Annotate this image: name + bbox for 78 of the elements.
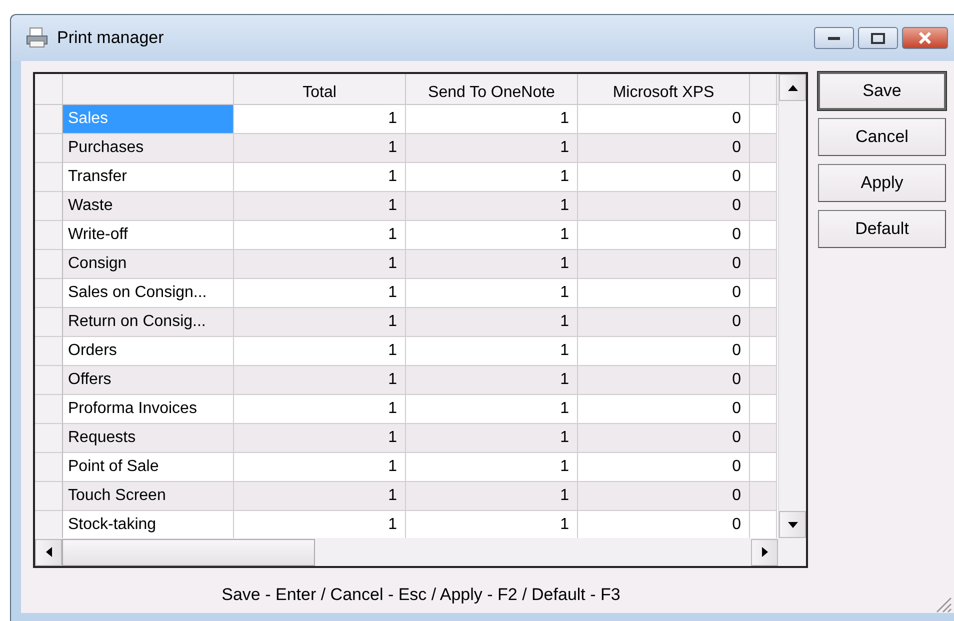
row-header[interactable] (35, 453, 63, 482)
row-header[interactable] (35, 134, 63, 163)
table-cell[interactable]: 0 (578, 424, 750, 453)
table-cell[interactable]: 1 (234, 482, 406, 511)
table-cell[interactable]: Return on Consig... (63, 308, 234, 337)
table-cell[interactable] (750, 192, 777, 221)
table-cell[interactable]: Touch Screen (63, 482, 234, 511)
scroll-up-icon (788, 84, 798, 90)
scroll-up-button[interactable] (779, 74, 806, 101)
table-cell[interactable]: 0 (578, 134, 750, 163)
row-header[interactable] (35, 250, 63, 279)
table-cell[interactable]: 1 (406, 424, 578, 453)
row-header[interactable] (35, 163, 63, 192)
table-cell[interactable]: 1 (406, 366, 578, 395)
minimize-button[interactable] (814, 27, 854, 49)
vertical-scrollbar[interactable] (778, 74, 806, 538)
scroll-down-icon (788, 522, 798, 528)
row-header[interactable] (35, 105, 63, 134)
row-header[interactable] (35, 308, 63, 337)
column-header[interactable]: Send To OneNote (406, 74, 578, 104)
minimize-icon (828, 35, 840, 41)
window-title: Print manager (57, 28, 164, 48)
row-header[interactable] (35, 424, 63, 453)
action-button[interactable]: Save (818, 72, 946, 110)
column-header[interactable]: Microsoft XPS (578, 74, 750, 104)
scrollbar-corner (778, 538, 806, 566)
scrollbar-thumb[interactable] (62, 538, 315, 566)
table-cell[interactable]: 1 (406, 308, 578, 337)
close-button[interactable] (902, 27, 948, 49)
row-header[interactable] (35, 395, 63, 424)
table-cell[interactable]: 1 (234, 250, 406, 279)
table-cell[interactable] (750, 134, 777, 163)
scroll-down-button[interactable] (779, 511, 806, 538)
table-cell[interactable]: Consign (63, 250, 234, 279)
table-cell[interactable]: Requests (63, 424, 234, 453)
row-header[interactable] (35, 221, 63, 250)
table-cell[interactable]: Offers (63, 366, 234, 395)
close-icon (918, 32, 932, 44)
maximize-button[interactable] (858, 27, 898, 49)
row-header[interactable] (35, 279, 63, 308)
scroll-right-icon (762, 547, 768, 557)
table-cell[interactable]: 1 (406, 134, 578, 163)
row-header[interactable] (35, 482, 63, 511)
scroll-left-icon (46, 547, 52, 557)
scroll-left-button[interactable] (35, 538, 62, 566)
row-header[interactable] (35, 366, 63, 395)
table-cell[interactable]: 1 (234, 424, 406, 453)
table-cell[interactable]: 0 (578, 482, 750, 511)
table-cell[interactable]: 1 (406, 192, 578, 221)
table-cell[interactable] (750, 482, 777, 511)
table-cell[interactable]: Waste (63, 192, 234, 221)
table-cell[interactable] (750, 424, 777, 453)
shortcut-hint: Save - Enter / Cancel - Esc / Apply - F2 / Default - F3 (222, 585, 620, 604)
table-cell[interactable]: 0 (578, 308, 750, 337)
table-cell[interactable]: 0 (578, 366, 750, 395)
table-cell[interactable]: 1 (234, 366, 406, 395)
table-cell[interactable]: 0 (578, 192, 750, 221)
table-cell[interactable]: 1 (234, 192, 406, 221)
table-cell[interactable]: 1 (234, 134, 406, 163)
row-header[interactable] (35, 192, 63, 221)
printer-icon (25, 27, 49, 49)
table-cell[interactable]: 1 (234, 308, 406, 337)
action-button[interactable]: Apply (818, 164, 946, 202)
maximize-icon (871, 32, 885, 44)
row-header[interactable] (35, 337, 63, 366)
table-cell[interactable]: 1 (406, 482, 578, 511)
table-cell[interactable] (750, 308, 777, 337)
action-button[interactable]: Default (818, 210, 946, 248)
table-cell[interactable] (750, 366, 777, 395)
action-button[interactable]: Cancel (818, 118, 946, 156)
resize-grip-icon[interactable] (934, 595, 952, 613)
table-cell[interactable]: Purchases (63, 134, 234, 163)
table-cell[interactable]: 1 (406, 250, 578, 279)
table-cell[interactable]: 0 (578, 250, 750, 279)
column-header[interactable]: Total (234, 74, 406, 104)
scroll-right-button[interactable] (751, 538, 778, 566)
horizontal-scrollbar[interactable] (35, 538, 778, 566)
table-cell[interactable] (750, 250, 777, 279)
